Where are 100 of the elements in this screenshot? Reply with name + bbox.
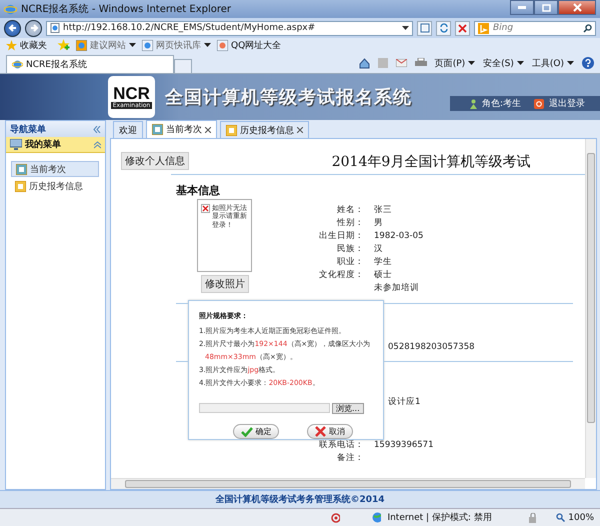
zoom-button[interactable]: 100% bbox=[556, 512, 594, 522]
field-value: 设计应1 bbox=[388, 396, 420, 408]
compatibility-button[interactable] bbox=[417, 20, 432, 36]
page-icon bbox=[50, 23, 60, 33]
system-title: 全国计算机等级考试报名系统 bbox=[165, 86, 412, 109]
field-label: 姓名： bbox=[336, 204, 364, 216]
document-icon bbox=[226, 124, 237, 136]
field-label: 联系电话： bbox=[318, 438, 364, 450]
cross-icon bbox=[315, 426, 326, 437]
dropdown-caret-icon bbox=[468, 61, 476, 65]
minimize-button[interactable] bbox=[510, 0, 534, 15]
field-label: 文化程度： bbox=[318, 268, 364, 280]
link-icon bbox=[76, 40, 87, 50]
field-value: 汉 bbox=[374, 242, 383, 254]
maximize-button[interactable] bbox=[534, 0, 558, 15]
stop-button[interactable] bbox=[455, 20, 470, 36]
back-arrow-icon bbox=[8, 23, 18, 33]
help-icon[interactable] bbox=[582, 57, 594, 69]
back-button[interactable] bbox=[4, 20, 21, 36]
maximize-icon bbox=[542, 4, 550, 12]
ie-logo-icon bbox=[12, 59, 23, 70]
refresh-icon bbox=[438, 23, 448, 33]
document-icon bbox=[16, 164, 27, 174]
field-value: 0528198203057358 bbox=[388, 342, 475, 352]
user-icon bbox=[470, 98, 477, 108]
favorites-link[interactable]: 网页快讯库 bbox=[142, 38, 211, 52]
ok-button[interactable]: 确定 bbox=[233, 424, 279, 439]
window-title: NCRE报名系统 - Windows Internet Explorer bbox=[21, 2, 232, 16]
browse-button[interactable]: 浏览... bbox=[332, 403, 364, 414]
page-tab[interactable]: 欢迎 bbox=[113, 121, 143, 138]
field-label: 职业： bbox=[336, 256, 364, 268]
magnifier-icon bbox=[556, 513, 566, 522]
star-icon bbox=[6, 40, 17, 50]
browser-tab[interactable]: NCRE报名系统 bbox=[6, 55, 174, 73]
dropdown-caret-icon bbox=[204, 43, 211, 47]
favorites-link[interactable]: QQ网址大全 bbox=[217, 38, 282, 52]
dropdown-caret-icon bbox=[516, 61, 524, 65]
close-tab-icon[interactable] bbox=[297, 127, 303, 133]
close-tab-icon[interactable] bbox=[205, 126, 211, 132]
ie-logo-icon bbox=[4, 2, 17, 16]
dropdown-caret-icon bbox=[402, 26, 409, 30]
sidebar-title: 导航菜单 bbox=[10, 123, 46, 136]
change-photo-button[interactable]: 修改照片 bbox=[201, 275, 249, 293]
home-icon[interactable] bbox=[358, 58, 370, 68]
add-favorite-icon[interactable] bbox=[57, 39, 70, 51]
search-icon bbox=[583, 24, 592, 32]
role-label: 角色:考生 bbox=[482, 98, 522, 110]
document-icon bbox=[15, 181, 26, 192]
field-value: 学生 bbox=[374, 256, 392, 268]
field-value: 1982-03-05 bbox=[374, 230, 424, 240]
url-text: http://192.168.10.2/NCRE_EMS/Student/MyHome.aspx# bbox=[63, 23, 316, 33]
menu-group-header[interactable]: 我的菜单 bbox=[6, 137, 105, 153]
forward-button[interactable] bbox=[25, 20, 42, 36]
horizontal-scrollbar[interactable] bbox=[111, 478, 585, 489]
print-icon[interactable] bbox=[414, 58, 427, 68]
field-label: 民族： bbox=[336, 242, 364, 254]
address-field[interactable]: http://192.168.10.2/NCRE_EMS/Student/MyHome.aspx# bbox=[46, 20, 413, 36]
field-value: 张三 bbox=[374, 204, 392, 216]
favorites-link[interactable]: 建议网站 bbox=[76, 38, 136, 52]
dropdown-caret-icon bbox=[129, 43, 136, 47]
mail-icon[interactable] bbox=[396, 59, 407, 67]
copyright-text: 全国计算机等级考试考务管理系统©2014 bbox=[215, 493, 385, 506]
collapse-up-icon bbox=[94, 140, 101, 148]
command-menu[interactable]: 安全(S) bbox=[483, 56, 524, 70]
dropdown-caret-icon bbox=[567, 61, 574, 65]
checkmark-icon bbox=[240, 426, 252, 436]
command-menu[interactable]: 工具(O) bbox=[532, 56, 574, 70]
sidebar-item[interactable]: 当前考次 bbox=[11, 161, 99, 177]
file-path-field[interactable] bbox=[199, 403, 330, 413]
cancel-button[interactable]: 取消 bbox=[307, 424, 353, 439]
field-value: 硕士 bbox=[374, 268, 392, 280]
search-field[interactable]: Bing bbox=[474, 20, 596, 36]
vertical-scrollbar[interactable] bbox=[585, 139, 596, 478]
minimize-icon bbox=[518, 6, 526, 9]
page-tab[interactable]: 当前考次 bbox=[146, 120, 217, 138]
monitor-icon bbox=[10, 139, 22, 150]
lock-icon bbox=[528, 512, 536, 522]
collapse-icon[interactable] bbox=[93, 126, 101, 132]
security-zone-text: Internet | 保护模式: 禁用 bbox=[387, 512, 492, 524]
field-label: 性别： bbox=[336, 216, 364, 228]
close-button[interactable] bbox=[558, 0, 596, 15]
globe-icon bbox=[372, 512, 382, 523]
forward-arrow-icon bbox=[28, 23, 38, 33]
field-value: 男 bbox=[374, 216, 383, 228]
field-label: 出生日期： bbox=[318, 230, 364, 242]
close-icon bbox=[572, 3, 582, 12]
favorites-button[interactable]: 收藏夹 bbox=[6, 38, 47, 52]
page-tab[interactable]: 历史报考信息 bbox=[220, 121, 309, 138]
section-heading: 基本信息 bbox=[176, 183, 221, 198]
logout-link[interactable]: 退出登录 bbox=[549, 97, 586, 110]
stop-icon bbox=[458, 24, 467, 32]
refresh-button[interactable] bbox=[436, 20, 451, 36]
edit-profile-button[interactable]: 修改个人信息 bbox=[121, 152, 189, 170]
field-label: 备注： bbox=[336, 452, 364, 464]
broken-image-icon bbox=[201, 204, 210, 213]
sidebar-item[interactable]: 历史报考信息 bbox=[11, 178, 99, 194]
command-menu[interactable]: 页面(P) bbox=[434, 56, 476, 70]
bing-logo-icon bbox=[478, 22, 489, 34]
field-value: 15939396571 bbox=[374, 440, 434, 450]
field-value: 未参加培训 bbox=[374, 282, 419, 294]
